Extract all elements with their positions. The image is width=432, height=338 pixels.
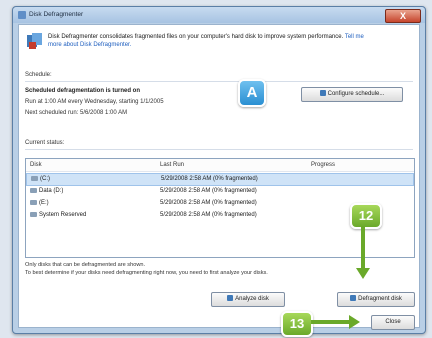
last-run-value: 5/29/2008 2:58 AM (0% fragmented) — [160, 212, 257, 218]
arrow-right-head — [349, 315, 360, 329]
callout-a: A — [238, 79, 266, 107]
arrow-down — [361, 226, 365, 272]
defragment-disk-button[interactable]: Defragment disk — [337, 292, 415, 307]
defragmenter-icon — [27, 33, 43, 49]
intro-description: Disk Defragmenter consolidates fragmente… — [48, 34, 344, 40]
configure-schedule-label: Configure schedule... — [327, 91, 385, 97]
shield-icon — [319, 90, 326, 96]
drive-icon — [31, 176, 38, 181]
disk-name: (C:) — [40, 176, 50, 182]
disk-row-c[interactable]: (C:) 5/29/2008 2:58 AM (0% fragmented) — [26, 173, 414, 186]
column-last-run[interactable]: Last Run — [160, 162, 184, 168]
disk-defragmenter-window: Disk Defragmenter X Disk Defragmenter co… — [12, 6, 426, 334]
schedule-run-at: Run at 1:00 AM every Wednesday, starting… — [25, 99, 164, 105]
dialog-content: Disk Defragmenter consolidates fragmente… — [18, 24, 420, 330]
defragment-disk-label: Defragment disk — [358, 296, 402, 302]
current-status-heading: Current status: — [25, 140, 65, 146]
schedule-status: Scheduled defragmentation is turned on — [25, 88, 141, 94]
shield-icon — [350, 295, 357, 301]
schedule-next-run: Next scheduled run: 5/6/2008 1:00 AM — [25, 110, 128, 116]
drive-icon — [30, 200, 37, 205]
last-run-value: 5/29/2008 2:58 AM (0% fragmented) — [160, 188, 257, 194]
disk-name: Data (D:) — [39, 188, 64, 194]
window-close-button[interactable]: X — [385, 9, 421, 23]
last-run-value: 5/29/2008 2:58 AM (0% fragmented) — [160, 200, 257, 206]
analyze-disk-label: Analyze disk — [235, 296, 269, 302]
app-icon — [18, 11, 26, 19]
intro-text: Disk Defragmenter consolidates fragmente… — [48, 33, 378, 49]
status-divider — [25, 149, 413, 150]
title-bar[interactable]: Disk Defragmenter X — [13, 7, 425, 23]
column-progress[interactable]: Progress — [311, 162, 335, 168]
close-button[interactable]: Close — [371, 315, 415, 330]
callout-step-12: 12 — [350, 203, 382, 229]
disk-name: System Reserved — [39, 212, 87, 218]
drive-icon — [30, 212, 37, 217]
drive-icon — [30, 188, 37, 193]
shield-icon — [227, 295, 234, 301]
configure-schedule-button[interactable]: Configure schedule... — [301, 87, 403, 102]
arrow-down-head — [356, 268, 370, 279]
disk-name: (E:) — [39, 200, 49, 206]
window-title: Disk Defragmenter — [29, 11, 84, 18]
schedule-divider — [25, 81, 413, 82]
last-run-value: 5/29/2008 2:58 AM (0% fragmented) — [161, 176, 258, 182]
arrow-right — [311, 320, 351, 324]
callout-step-13: 13 — [281, 311, 313, 337]
analyze-disk-button[interactable]: Analyze disk — [211, 292, 285, 307]
column-disk[interactable]: Disk — [30, 162, 42, 168]
schedule-heading: Schedule: — [25, 72, 52, 78]
disk-list-header: Disk Last Run Progress — [26, 159, 414, 172]
disk-row-d[interactable]: Data (D:) 5/29/2008 2:58 AM (0% fragment… — [26, 186, 414, 197]
